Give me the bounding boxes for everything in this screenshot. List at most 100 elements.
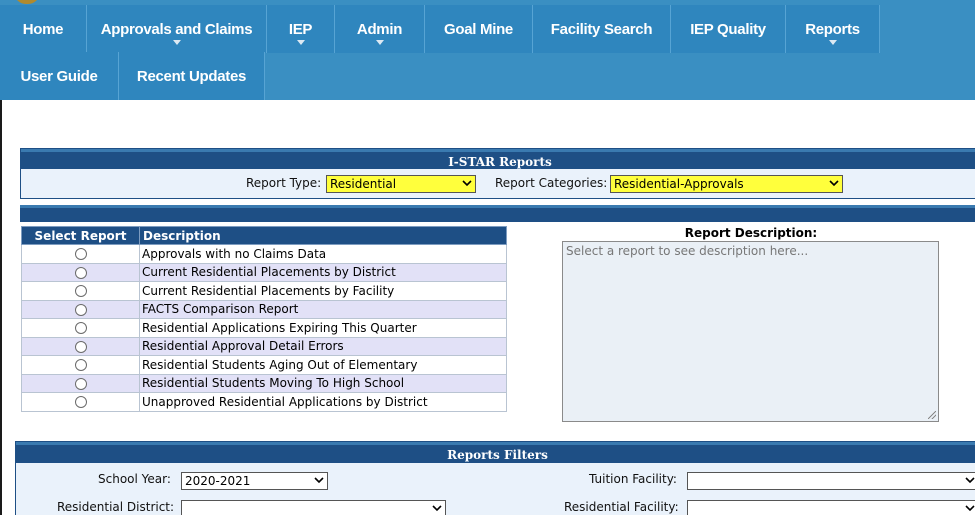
nav-label: Home [22, 20, 64, 38]
nav-row-secondary: User Guide Recent Updates [0, 52, 265, 100]
chevron-down-icon [296, 40, 305, 45]
select-cell [21, 373, 140, 393]
select-cell [21, 355, 140, 375]
nav-label: Recent Updates [136, 67, 247, 85]
report-description-cell: FACTS Comparison Report [139, 299, 507, 319]
nav-row-primary: Home Approvals and Claims IEP Admin Goal… [0, 5, 880, 53]
school-year-select[interactable]: 2020-2021 [181, 472, 328, 490]
nav-home[interactable]: Home [0, 5, 87, 53]
report-categories-label: Report Categories: [495, 176, 608, 190]
report-type-select[interactable]: Residential [326, 175, 476, 193]
report-list-table: Select Report Description Approvals with… [21, 226, 507, 412]
nav-facility-search[interactable]: Facility Search [533, 5, 671, 53]
resize-grip-icon[interactable] [928, 411, 936, 419]
chevron-down-icon [432, 505, 442, 512]
report-categories-value: Residential-Approvals [614, 177, 744, 191]
panel-title: Reports Filters [16, 442, 975, 463]
section-divider-bar [20, 205, 975, 222]
table-row[interactable]: Current Residential Placements by Facili… [21, 281, 507, 301]
report-type-value: Residential [330, 177, 397, 191]
nav-iep-quality[interactable]: IEP Quality [671, 5, 786, 53]
report-categories-select[interactable]: Residential-Approvals [610, 175, 843, 193]
table-row[interactable]: Unapproved Residential Applications by D… [21, 392, 507, 412]
chevron-down-icon [965, 477, 975, 484]
top-navigation: Home Approvals and Claims IEP Admin Goal… [0, 0, 975, 100]
report-radio[interactable] [74, 377, 87, 390]
nav-label: Facility Search [550, 20, 653, 38]
report-description-cell: Residential Applications Expiring This Q… [139, 318, 507, 338]
report-radio[interactable] [74, 396, 87, 409]
table-row[interactable]: Residential Approval Detail Errors [21, 336, 507, 356]
table-row[interactable]: Approvals with no Claims Data [21, 244, 507, 264]
chevron-down-icon [829, 180, 839, 187]
chevron-down-icon [828, 40, 837, 45]
nav-label: IEP [288, 20, 313, 38]
report-radio[interactable] [74, 340, 87, 353]
school-year-label: School Year: [98, 472, 171, 486]
table-row[interactable]: Residential Applications Expiring This Q… [21, 318, 507, 338]
tuition-facility-label: Tuition Facility: [589, 472, 677, 486]
report-type-label: Report Type: [246, 176, 322, 190]
residential-facility-label: Residential Facility: [564, 500, 679, 514]
logo-icon [14, 0, 40, 4]
report-description-cell: Current Residential Placements by Facili… [139, 281, 507, 301]
nav-label: Reports [805, 20, 860, 38]
table-row[interactable]: Residential Students Aging Out of Elemen… [21, 355, 507, 375]
col-select-report: Select Report [21, 226, 140, 245]
report-description-cell: Unapproved Residential Applications by D… [139, 392, 507, 412]
table-row[interactable]: FACTS Comparison Report [21, 299, 507, 319]
select-cell [21, 262, 140, 282]
report-radio[interactable] [74, 266, 87, 279]
nav-admin[interactable]: Admin [335, 5, 425, 53]
select-cell [21, 318, 140, 338]
nav-reports[interactable]: Reports [786, 5, 880, 53]
col-description: Description [139, 226, 507, 245]
report-selectors-row: Report Type: Residential Report Categori… [21, 174, 975, 194]
table-row[interactable]: Current Residential Placements by Distri… [21, 262, 507, 282]
chevron-down-icon [462, 180, 472, 187]
tuition-facility-select[interactable] [687, 472, 975, 490]
residential-district-label: Residential District: [57, 500, 175, 514]
istar-reports-panel: I-STAR Reports Report Type: Residential … [20, 148, 975, 199]
select-cell [21, 281, 140, 301]
chevron-down-icon [172, 40, 181, 45]
nav-label: Approvals and Claims [100, 20, 253, 38]
report-radio[interactable] [74, 359, 87, 372]
report-description-cell: Residential Students Moving To High Scho… [139, 373, 507, 393]
report-description-placeholder: Select a report to see description here.… [566, 244, 809, 258]
left-border [0, 100, 2, 515]
select-cell [21, 299, 140, 319]
nav-iep[interactable]: IEP [267, 5, 335, 53]
report-radio[interactable] [74, 303, 87, 316]
report-description-cell: Approvals with no Claims Data [139, 244, 507, 264]
table-header-row: Select Report Description [21, 226, 507, 245]
nav-approvals-and-claims[interactable]: Approvals and Claims [87, 5, 267, 53]
report-radio[interactable] [74, 285, 87, 298]
chevron-down-icon [965, 505, 975, 512]
report-description-textarea[interactable]: Select a report to see description here.… [562, 241, 939, 422]
report-description-title: Report Description: [684, 226, 818, 240]
select-cell [21, 392, 140, 412]
report-description-cell: Residential Approval Detail Errors [139, 336, 507, 356]
nav-label: User Guide [20, 67, 98, 85]
chevron-down-icon [314, 477, 324, 484]
residential-district-select[interactable] [181, 500, 446, 515]
nav-label: Admin [356, 20, 403, 38]
table-row[interactable]: Residential Students Moving To High Scho… [21, 373, 507, 393]
report-description-cell: Residential Students Aging Out of Elemen… [139, 355, 507, 375]
select-cell [21, 336, 140, 356]
nav-label: IEP Quality [690, 20, 766, 38]
nav-user-guide[interactable]: User Guide [0, 52, 119, 100]
nav-label: Goal Mine [444, 20, 513, 38]
report-radio[interactable] [74, 248, 87, 261]
nav-recent-updates[interactable]: Recent Updates [119, 52, 265, 100]
nav-goal-mine[interactable]: Goal Mine [425, 5, 533, 53]
report-radio[interactable] [74, 322, 87, 335]
panel-title: I-STAR Reports [21, 149, 975, 169]
reports-filters-panel: Reports Filters School Year: 2020-2021 T… [15, 441, 975, 515]
school-year-value: 2020-2021 [185, 474, 251, 488]
select-cell [21, 244, 140, 264]
report-description-cell: Current Residential Placements by Distri… [139, 262, 507, 282]
chevron-down-icon [375, 40, 384, 45]
residential-facility-select[interactable] [687, 500, 975, 515]
